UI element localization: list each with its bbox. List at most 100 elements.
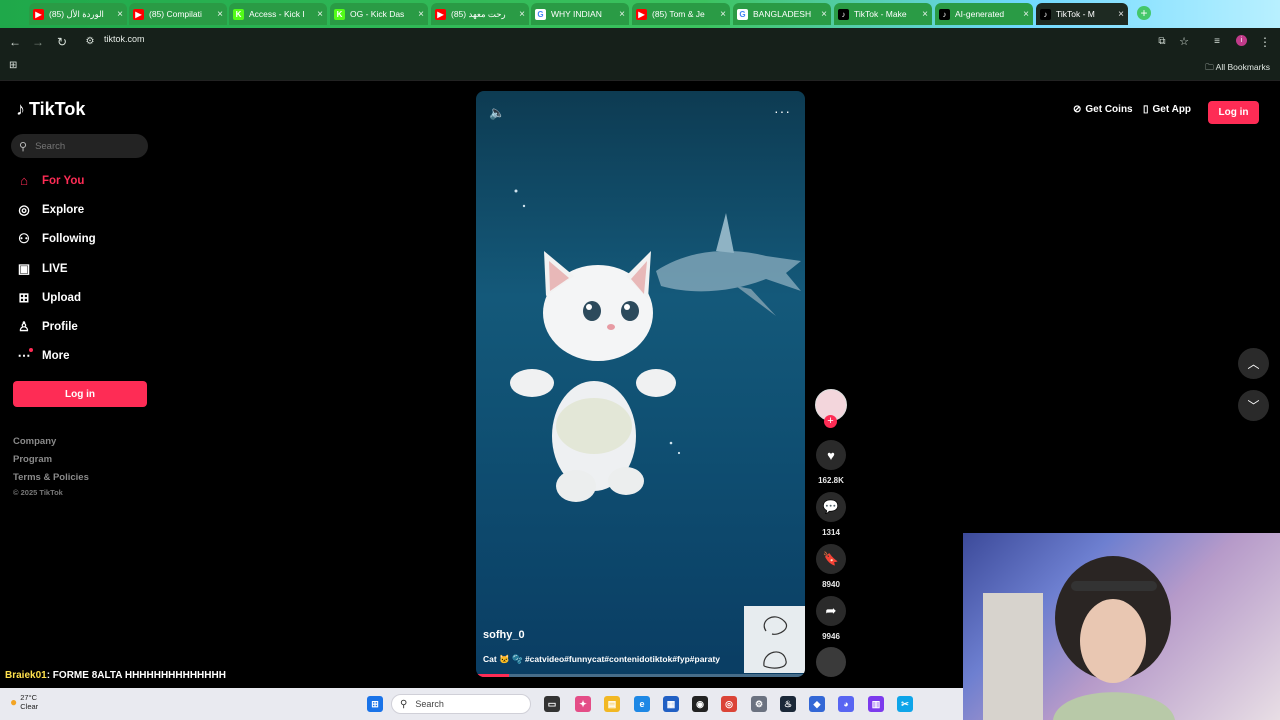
video-player[interactable]: 🔈 ··· sofhy_0 Cat 🐱 🫧 #catvideo#funnycat… <box>476 91 805 677</box>
search-input[interactable] <box>33 139 138 153</box>
browser-menu-icon[interactable]: ⋮ <box>1257 34 1273 50</box>
new-tab-button[interactable]: + <box>1137 6 1151 20</box>
bookmark-star-icon[interactable]: ☆ <box>1176 34 1192 50</box>
browser-tab[interactable]: ▶ (85) Compilati × <box>129 3 227 25</box>
tab-close-icon[interactable]: × <box>217 9 223 20</box>
tab-close-icon[interactable]: × <box>117 9 123 20</box>
discord-icon[interactable]: ◕ <box>838 696 854 712</box>
sidebar-login-button[interactable]: Log in <box>13 381 147 407</box>
video-frame-illustration <box>510 189 801 502</box>
video-caption[interactable]: Cat 🐱 🫧 #catvideo#funnycat#contenidotikt… <box>483 654 720 665</box>
weather-widget[interactable]: ● 27°C Clear <box>10 693 60 711</box>
nav-live[interactable]: ▣ LIVE <box>16 261 68 277</box>
nav-upload[interactable]: ⊞ Upload <box>16 290 81 306</box>
address-bar[interactable]: tiktok.com <box>104 34 145 44</box>
all-bookmarks-link[interactable]: 🗀 All Bookmarks <box>1205 62 1270 76</box>
tab-title: (85) الوردة الأل <box>49 8 104 19</box>
browser-tab[interactable]: G BANGLADESH × <box>733 3 831 25</box>
tab-favicon-icon: K <box>233 8 244 20</box>
nav-profile[interactable]: ♙ Profile <box>16 319 78 335</box>
volume-icon[interactable]: 🔈 <box>489 105 505 121</box>
chat-username: Braiek01 <box>5 670 47 681</box>
video-progress-bar[interactable] <box>476 674 805 677</box>
footer-company-link[interactable]: Company <box>13 436 56 447</box>
site-info-icon[interactable]: ⚙ <box>82 34 98 50</box>
get-coins-button[interactable]: ⊘ Get Coins <box>1073 104 1133 115</box>
music-disc-avatar[interactable] <box>816 647 846 677</box>
browser-tab[interactable]: K OG - Kick Das × <box>330 3 428 25</box>
tab-close-icon[interactable]: × <box>821 9 827 20</box>
tab-close-icon[interactable]: × <box>317 9 323 20</box>
save-count: 8940 <box>822 580 840 589</box>
tab-close-icon[interactable]: × <box>519 9 525 20</box>
previous-video-chevron-up-icon[interactable]: ︿ <box>1238 348 1269 379</box>
comment-icon[interactable]: 💬 <box>816 492 846 522</box>
tab-close-icon[interactable]: × <box>418 9 424 20</box>
get-app-button[interactable]: ▯ Get App <box>1143 104 1191 115</box>
tab-favicon-icon: G <box>737 8 748 20</box>
browser-tab[interactable]: ♪ AI-generated × <box>935 3 1033 25</box>
nav-for-you[interactable]: ⌂ For You <box>16 173 84 188</box>
like-heart-icon[interactable]: ♥ <box>816 440 846 470</box>
browser-tab[interactable]: ▶ (85) رحت معهد × <box>431 3 529 25</box>
install-app-icon[interactable]: ⧉ <box>1154 34 1170 50</box>
all-bookmarks-label: All Bookmarks <box>1215 62 1270 72</box>
tab-close-icon[interactable]: × <box>619 9 625 20</box>
chrome-icon[interactable]: ◎ <box>721 696 737 712</box>
tab-close-icon[interactable]: × <box>1118 9 1124 20</box>
browser-tab[interactable]: ▶ (85) Tom & Je × <box>632 3 730 25</box>
profile-avatar[interactable]: i <box>1236 35 1247 46</box>
steam-icon[interactable]: ♨ <box>780 696 796 712</box>
logo-text: TikTok <box>29 99 86 119</box>
follow-plus-icon[interactable]: + <box>824 415 837 428</box>
browser-tab[interactable]: G WHY INDIAN × <box>531 3 629 25</box>
browser-tab[interactable]: ♪ TikTok - M × <box>1036 3 1128 25</box>
weather-sun-icon: ● <box>10 695 18 709</box>
nav-explore[interactable]: ◎ Explore <box>16 202 84 218</box>
browser-tab[interactable]: ♪ TikTok - Make × <box>834 3 932 25</box>
nav-label: Following <box>42 233 96 245</box>
task-view-icon[interactable]: ▭ <box>544 696 560 712</box>
taskbar-search[interactable]: ⚲ Search <box>391 694 531 714</box>
next-video-chevron-down-icon[interactable]: ﹀ <box>1238 390 1269 421</box>
video-author[interactable]: sofhy_0 <box>483 629 525 641</box>
windows-start-icon[interactable]: ⊞ <box>367 696 383 712</box>
get-coins-label: Get Coins <box>1085 104 1133 115</box>
settings-gear-icon[interactable]: ⚙ <box>751 696 767 712</box>
twitch-icon[interactable]: ▥ <box>868 696 884 712</box>
edge-icon[interactable]: e <box>634 696 650 712</box>
nav-label: Upload <box>42 292 81 304</box>
media-control-icon[interactable]: ≡ <box>1209 34 1225 50</box>
obs-icon[interactable]: ◉ <box>692 696 708 712</box>
browser-tab[interactable]: K Access - Kick I × <box>229 3 327 25</box>
music-cover-thumbnail[interactable] <box>744 606 805 673</box>
reload-icon[interactable]: ↻ <box>54 34 70 50</box>
tab-close-icon[interactable]: × <box>1023 9 1029 20</box>
snipping-tool-icon[interactable]: ✂ <box>897 696 913 712</box>
tab-close-icon[interactable]: × <box>922 9 928 20</box>
tiktok-logo[interactable]: ♪ TikTok <box>16 99 85 120</box>
header-login-button[interactable]: Log in <box>1208 101 1259 124</box>
browser-tab[interactable]: ▶ (85) الوردة الأل × <box>29 3 127 25</box>
nav-more[interactable]: ⋯ More <box>16 348 70 364</box>
app-icon[interactable]: ◆ <box>809 696 825 712</box>
browser-tab-strip: ▶ (85) الوردة الأل × ▶ (85) Compilati × K Acces… <box>0 0 1280 28</box>
nav-label: More <box>42 350 70 362</box>
file-explorer-icon[interactable]: ▤ <box>604 696 620 712</box>
back-icon[interactable]: ← <box>7 34 23 50</box>
search-box[interactable]: ⚲ <box>11 134 148 158</box>
store-icon[interactable]: ▦ <box>663 696 679 712</box>
nav-following[interactable]: ⚇ Following <box>16 231 96 247</box>
bookmarks-bar <box>0 56 1280 81</box>
footer-terms-link[interactable]: Terms & Policies <box>13 472 89 483</box>
bookmark-icon[interactable]: 🔖 <box>816 544 846 574</box>
forward-icon[interactable]: → <box>30 34 46 50</box>
footer-program-link[interactable]: Program <box>13 454 52 465</box>
streamer-illustration <box>983 556 1175 720</box>
tab-close-icon[interactable]: × <box>720 9 726 20</box>
video-more-icon[interactable]: ··· <box>774 103 791 119</box>
tab-title: TikTok - M <box>1056 9 1095 19</box>
copilot-icon[interactable]: ✦ <box>575 696 591 712</box>
apps-grid-icon[interactable]: ⊞ <box>9 61 19 71</box>
share-arrow-icon[interactable]: ➦ <box>816 596 846 626</box>
